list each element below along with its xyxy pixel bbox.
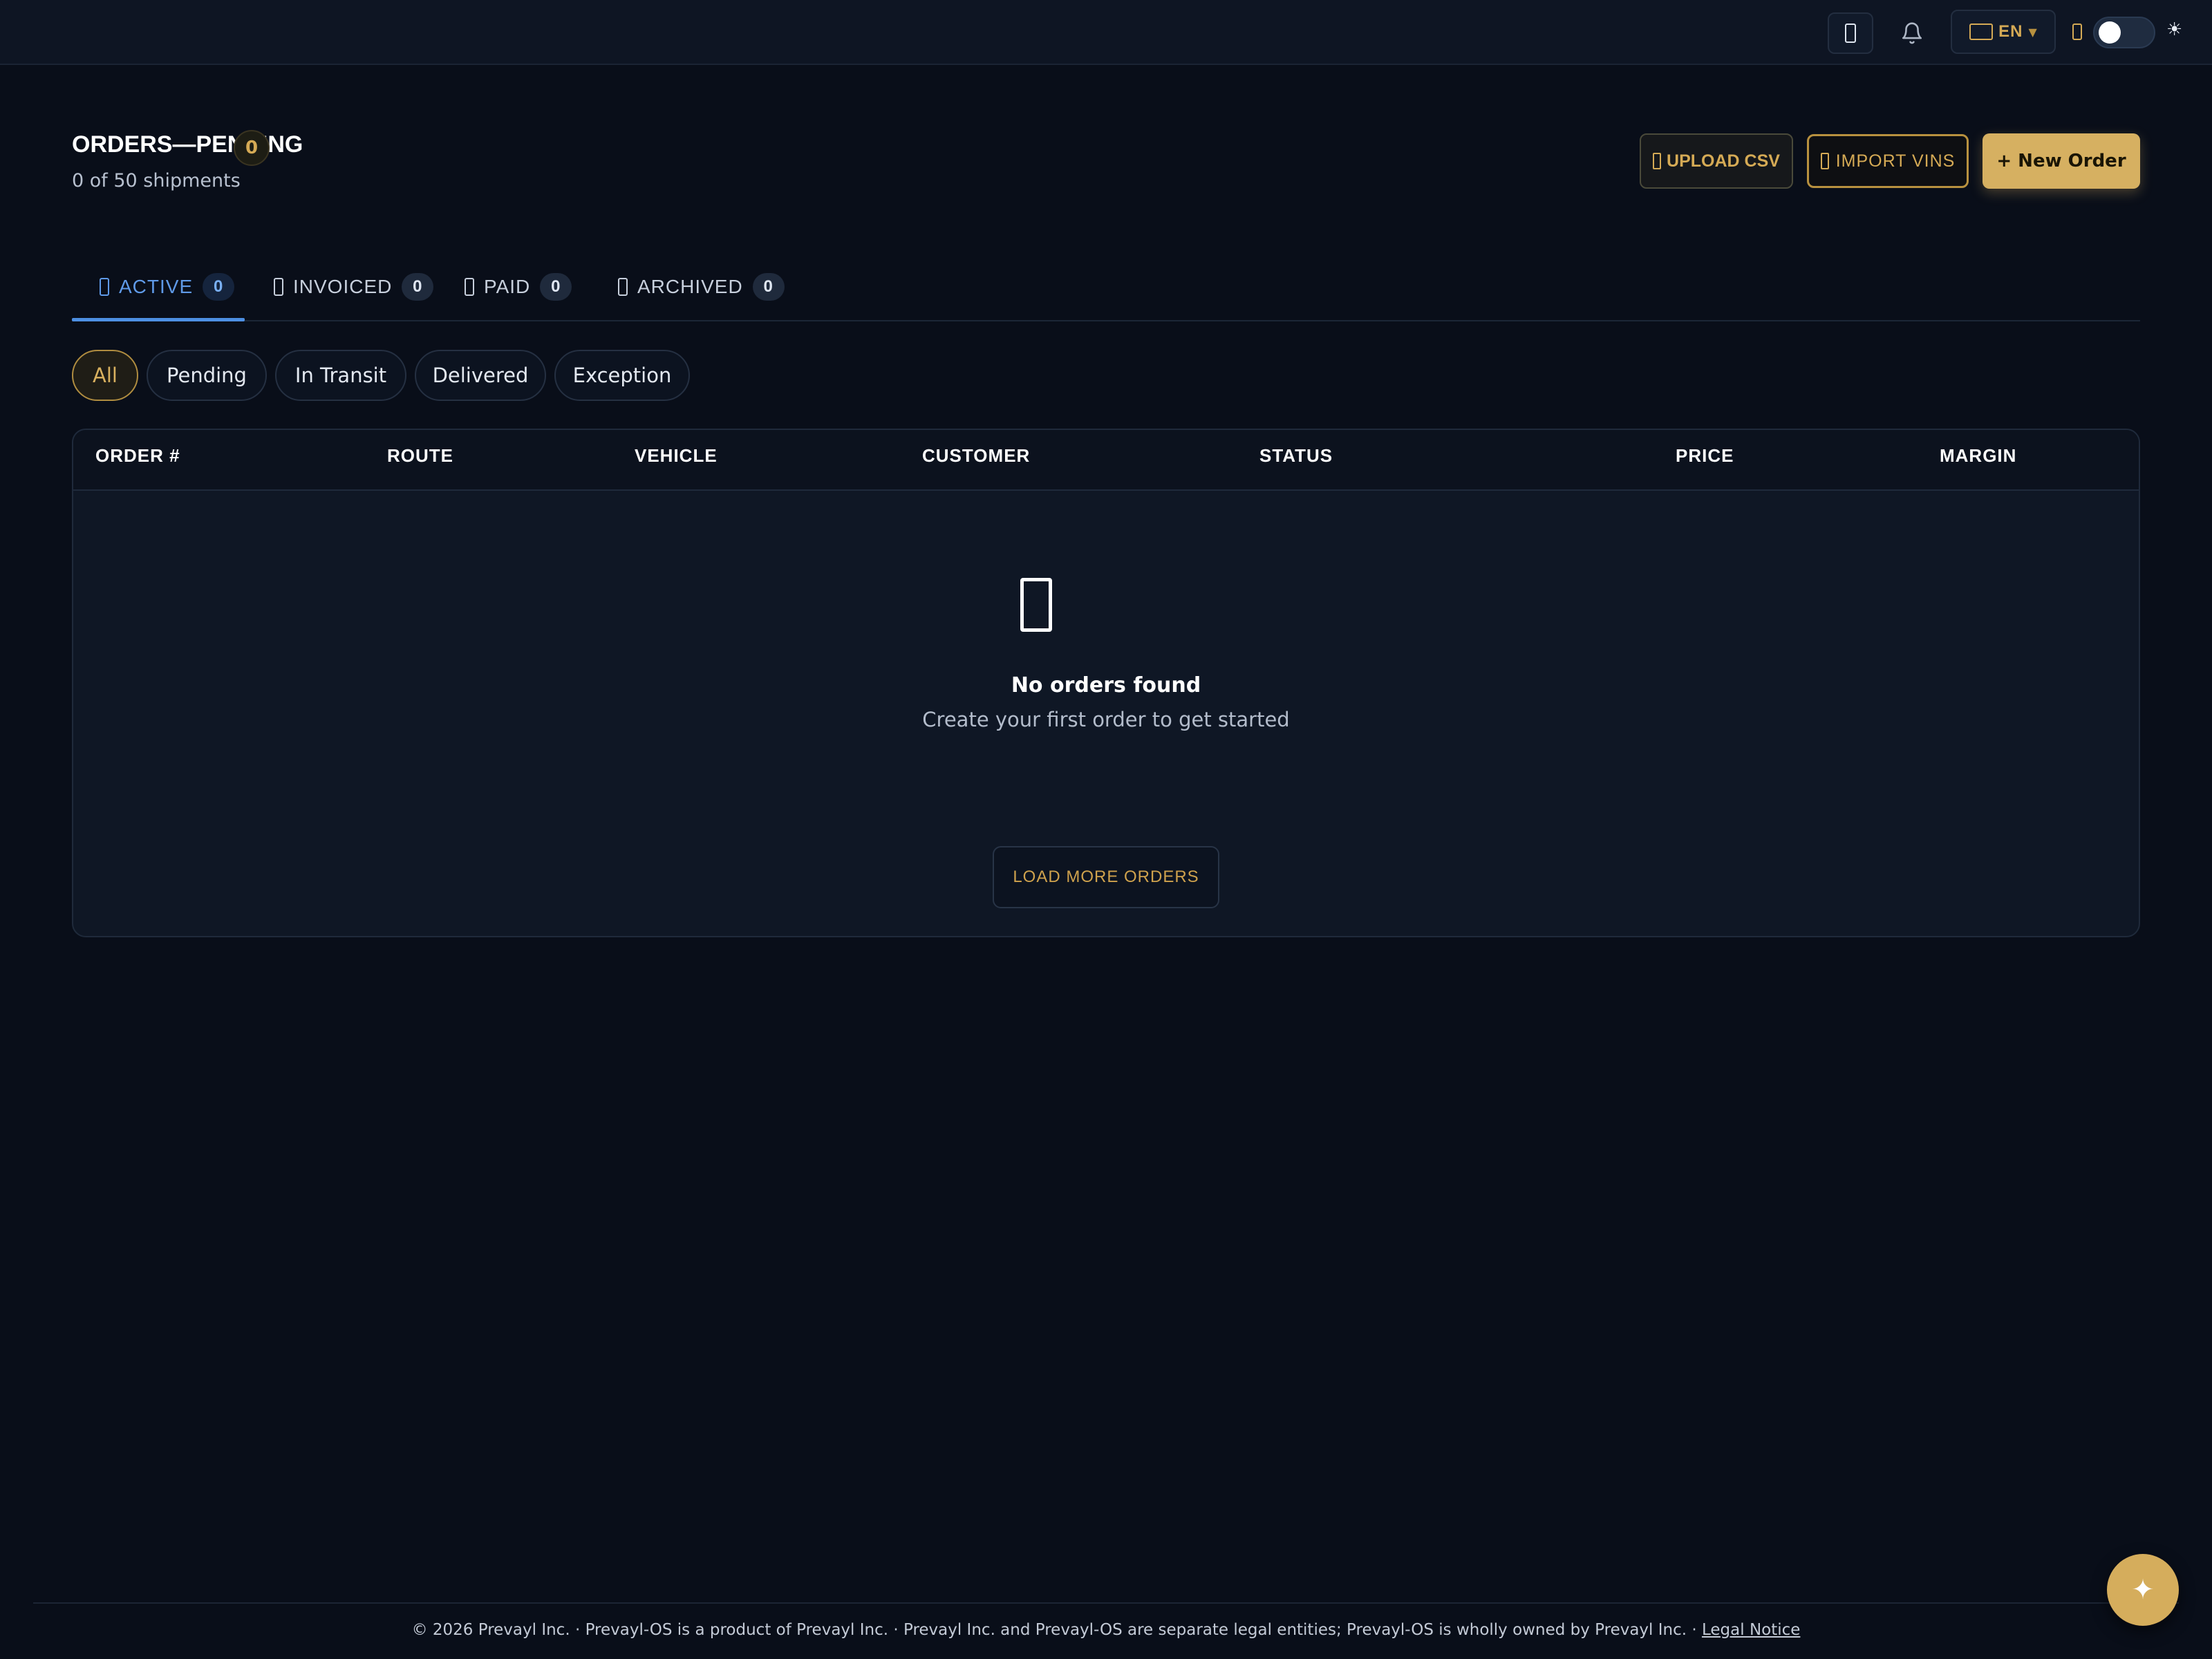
column-status[interactable]: STATUS bbox=[1259, 445, 1333, 467]
import-vins-button[interactable]: IMPORT VINS bbox=[1807, 134, 1969, 188]
upload-icon bbox=[1653, 153, 1662, 169]
column-margin[interactable]: MARGIN bbox=[1940, 445, 2016, 467]
tab-archived[interactable]: ARCHIVED 0 bbox=[618, 270, 785, 304]
device-button[interactable] bbox=[1828, 12, 1873, 54]
tab-label: PAID bbox=[484, 276, 531, 297]
flag-icon bbox=[1969, 24, 1994, 40]
language-selector[interactable]: EN ▼ bbox=[1951, 10, 2056, 54]
active-tab-indicator bbox=[72, 318, 245, 321]
column-route[interactable]: ROUTE bbox=[387, 445, 453, 467]
bell-icon bbox=[1902, 22, 1922, 44]
filter-exception[interactable]: Exception bbox=[554, 350, 690, 401]
invoice-icon bbox=[274, 278, 283, 296]
tab-label: INVOICED bbox=[293, 276, 393, 297]
upload-csv-label: UPLOAD CSV bbox=[1667, 151, 1780, 171]
assistant-fab[interactable]: ✦ bbox=[2107, 1554, 2179, 1626]
theme-toggle[interactable] bbox=[2093, 17, 2155, 48]
import-vins-label: IMPORT VINS bbox=[1835, 151, 1956, 171]
sparkle-icon: ✦ bbox=[2131, 1574, 2155, 1606]
new-order-button[interactable]: + New Order bbox=[1983, 133, 2140, 189]
column-vehicle[interactable]: VEHICLE bbox=[635, 445, 718, 467]
tab-count-badge: 0 bbox=[540, 273, 572, 301]
filter-delivered[interactable]: Delivered bbox=[415, 350, 546, 401]
legal-notice-link[interactable]: Legal Notice bbox=[1702, 1621, 1800, 1639]
tab-paid[interactable]: PAID 0 bbox=[465, 270, 572, 304]
column-customer[interactable]: CUSTOMER bbox=[922, 445, 1030, 467]
upload-csv-button[interactable]: UPLOAD CSV bbox=[1640, 133, 1793, 189]
tab-count-badge: 0 bbox=[402, 273, 434, 301]
empty-state-title: No orders found bbox=[1011, 673, 1201, 697]
sun-icon: ☀ bbox=[2166, 19, 2183, 40]
footer-text: © 2026 Prevayl Inc. · Prevayl-OS is a pr… bbox=[411, 1621, 1697, 1639]
notifications-button[interactable] bbox=[1893, 12, 1931, 54]
chevron-down-icon: ▼ bbox=[2028, 25, 2037, 39]
tab-invoiced[interactable]: INVOICED 0 bbox=[274, 270, 434, 304]
paid-icon bbox=[465, 278, 474, 296]
tabs-divider bbox=[72, 320, 2140, 321]
column-order-number[interactable]: ORDER # bbox=[95, 445, 180, 467]
tab-label: ACTIVE bbox=[119, 276, 194, 297]
filter-all[interactable]: All bbox=[72, 350, 138, 401]
tab-count-badge: 0 bbox=[203, 273, 235, 301]
import-icon bbox=[1820, 153, 1829, 169]
archive-icon bbox=[618, 278, 628, 296]
shipments-summary: 0 of 50 shipments bbox=[72, 170, 241, 191]
footer-divider bbox=[33, 1602, 2179, 1604]
empty-state-subtitle: Create your first order to get started bbox=[922, 708, 1290, 731]
tab-label: ARCHIVED bbox=[637, 276, 743, 297]
filter-in-transit[interactable]: In Transit bbox=[275, 350, 406, 401]
load-more-button[interactable]: LOAD MORE ORDERS bbox=[993, 846, 1219, 908]
language-label: EN bbox=[1998, 22, 2023, 41]
device-icon bbox=[1845, 24, 1856, 43]
table-header: ORDER # ROUTE VEHICLE CUSTOMER STATUS PR… bbox=[73, 430, 2139, 491]
filter-pending[interactable]: Pending bbox=[147, 350, 267, 401]
active-icon bbox=[100, 278, 109, 296]
orders-count-badge: 0 bbox=[234, 130, 270, 166]
empty-state-icon bbox=[1020, 578, 1052, 632]
footer: © 2026 Prevayl Inc. · Prevayl-OS is a pr… bbox=[0, 1621, 2212, 1639]
tab-active[interactable]: ACTIVE 0 bbox=[100, 270, 235, 304]
tab-count-badge: 0 bbox=[752, 273, 785, 301]
moon-icon bbox=[2072, 24, 2082, 40]
column-price[interactable]: PRICE bbox=[1676, 445, 1734, 467]
top-bar: EN ▼ ☀ bbox=[0, 0, 2212, 65]
toggle-knob bbox=[2099, 21, 2121, 44]
